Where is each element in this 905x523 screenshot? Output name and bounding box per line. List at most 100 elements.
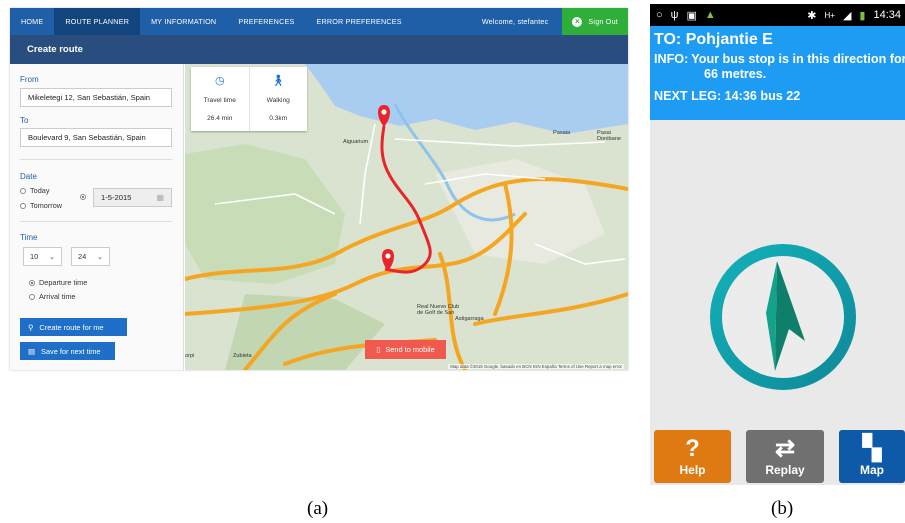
travel-time-label: Travel time — [203, 97, 236, 105]
mobile-screen: ○ ψ ▣ ▲ ✱ H+ ◢ ▮ 14:34 TO: Pohjantie E I… — [650, 4, 905, 485]
map-place-label: Pasaia — [553, 130, 571, 136]
map-place-label: Zubieta — [233, 353, 252, 359]
radio-icon — [20, 187, 26, 194]
walking-label: Walking — [266, 97, 290, 105]
network-icon: H+ — [824, 10, 835, 20]
info-text: Your bus stop is in this direction for — [691, 52, 905, 66]
map-attribution[interactable]: Map data ©2015 Google, basado en BCN IGN… — [448, 364, 624, 369]
arrival-time-label: Arrival time — [39, 292, 76, 301]
divider — [20, 159, 172, 160]
map-place-label: orpi — [185, 353, 195, 359]
walking-cell: 🚶︎ Walking 0.3km — [250, 67, 308, 131]
calendar-icon: ▤ — [28, 346, 35, 356]
android-icon: ▲ — [704, 9, 716, 21]
date-custom-radio[interactable] — [80, 194, 86, 200]
destination: TO: Pohjantie E — [654, 31, 773, 48]
question-icon: ? — [685, 435, 700, 462]
map-view[interactable]: ◷ Travel time 26.4 min 🚶︎ Walking 0.3km … — [185, 64, 628, 370]
replay-label: Replay — [765, 463, 805, 477]
phone-icon: ▯ — [376, 345, 381, 354]
map-place-label: Pasai Donibane — [597, 130, 621, 142]
caption-b: (b) — [771, 498, 794, 519]
map-icon: ▚ — [862, 435, 882, 462]
calendar-icon[interactable]: ▦ — [156, 193, 164, 202]
departure-time-label: Departure time — [39, 278, 88, 287]
info-line: INFO: Your bus stop is in this direction… — [654, 52, 905, 67]
chevron-down-icon: ⌄ — [97, 253, 103, 261]
from-label: From — [20, 75, 39, 84]
walking-value: 0.3km — [269, 114, 288, 122]
usb-icon: ψ — [670, 9, 679, 21]
map-place-label: Real Nuevo Club de Golf de San — [417, 304, 460, 316]
create-route-button[interactable]: ⚲ Create route for me — [20, 318, 127, 336]
nav-my-information[interactable]: MY INFORMATION — [140, 8, 227, 35]
search-icon: ⚲ — [28, 322, 34, 332]
help-label: Help — [679, 463, 706, 477]
from-input[interactable]: Mikeletegi 12, San Sebastián, Spain — [20, 88, 172, 107]
route-summary-card: ◷ Travel time 26.4 min 🚶︎ Walking 0.3km — [191, 67, 307, 131]
sign-out-label: Sign Out — [588, 17, 618, 26]
date-tomorrow-radio[interactable]: Tomorrow — [20, 201, 62, 210]
route-planner-window: HOME ROUTE PLANNER MY INFORMATION PREFER… — [10, 8, 628, 370]
nav-error-preferences[interactable]: ERROR PREFERENCES — [305, 8, 412, 35]
info-key: INFO: — [654, 52, 689, 66]
map-place-label: Aiguarium — [343, 139, 369, 145]
status-time: 14:34 — [873, 9, 901, 21]
help-button[interactable]: ? Help — [654, 430, 731, 483]
date-today-label: Today — [30, 186, 50, 195]
arrival-time-radio[interactable]: Arrival time — [29, 292, 76, 301]
info-text-continued: 66 metres. — [704, 67, 767, 81]
map-place-label: Astigarraga — [455, 316, 484, 322]
welcome-text: Welcome, stefantec — [481, 17, 549, 26]
nav-preferences[interactable]: PREFERENCES — [227, 8, 305, 35]
replay-icon: ⇄ — [774, 435, 796, 462]
bluetooth-icon: ✱ — [807, 9, 817, 22]
send-to-mobile-label: Send to mobile — [385, 345, 435, 354]
radio-icon — [20, 202, 26, 209]
hour-select[interactable]: 10 ⌄ — [23, 247, 62, 266]
signal-icon: ◢ — [842, 9, 852, 22]
send-to-mobile-button[interactable]: ▯ Send to mobile — [365, 340, 446, 359]
clock-icon: ◷ — [214, 75, 225, 88]
date-today-radio[interactable]: Today — [20, 186, 49, 195]
navigation-info-panel: TO: Pohjantie E INFO: Your bus stop is i… — [650, 26, 905, 120]
nav-route-planner[interactable]: ROUTE PLANNER — [54, 8, 141, 35]
to-input[interactable]: Boulevard 9, San Sebastián, Spain — [20, 128, 172, 147]
walking-icon: 🚶︎ — [271, 75, 286, 88]
battery-icon: ▮ — [859, 9, 866, 22]
replay-button[interactable]: ⇄ Replay — [746, 430, 824, 483]
date-tomorrow-label: Tomorrow — [30, 201, 63, 210]
minute-value: 24 — [78, 252, 87, 261]
top-navigation: HOME ROUTE PLANNER MY INFORMATION PREFER… — [10, 8, 628, 35]
map-button[interactable]: ▚ Map — [839, 430, 905, 483]
status-bar: ○ ψ ▣ ▲ ✱ H+ ◢ ▮ 14:34 — [650, 4, 905, 26]
departure-time-radio[interactable]: Departure time — [29, 278, 87, 287]
route-form: From Mikeletegi 12, San Sebastián, Spain… — [10, 64, 184, 370]
to-label: To — [20, 116, 29, 125]
chevron-down-icon: ⌄ — [49, 253, 55, 261]
caption-a: (a) — [307, 498, 329, 519]
time-label: Time — [20, 233, 38, 242]
close-icon: × — [572, 16, 583, 27]
travel-time-cell: ◷ Travel time 26.4 min — [191, 67, 250, 131]
next-leg: NEXT LEG: 14:36 bus 22 — [654, 89, 801, 103]
save-label: Save for next time — [40, 346, 101, 356]
save-button[interactable]: ▤ Save for next time — [20, 342, 115, 360]
radio-selected-icon — [29, 279, 35, 286]
map-label: Map — [860, 463, 884, 477]
location-icon: ○ — [656, 9, 663, 21]
image-icon: ▣ — [686, 9, 697, 22]
sign-out-button[interactable]: × Sign Out — [562, 8, 628, 35]
divider — [20, 221, 172, 222]
date-input[interactable]: 1-5-2015 ▦ — [93, 188, 172, 207]
page-title: Create route — [10, 35, 628, 64]
travel-time-value: 26.4 min — [207, 114, 233, 122]
hour-value: 10 — [30, 252, 39, 261]
radio-icon — [29, 293, 35, 300]
radio-selected-icon — [80, 194, 86, 200]
create-route-label: Create route for me — [39, 322, 104, 332]
nav-home[interactable]: HOME — [10, 8, 54, 35]
minute-select[interactable]: 24 ⌄ — [71, 247, 110, 266]
date-label: Date — [20, 172, 37, 181]
direction-compass-icon — [710, 244, 856, 390]
